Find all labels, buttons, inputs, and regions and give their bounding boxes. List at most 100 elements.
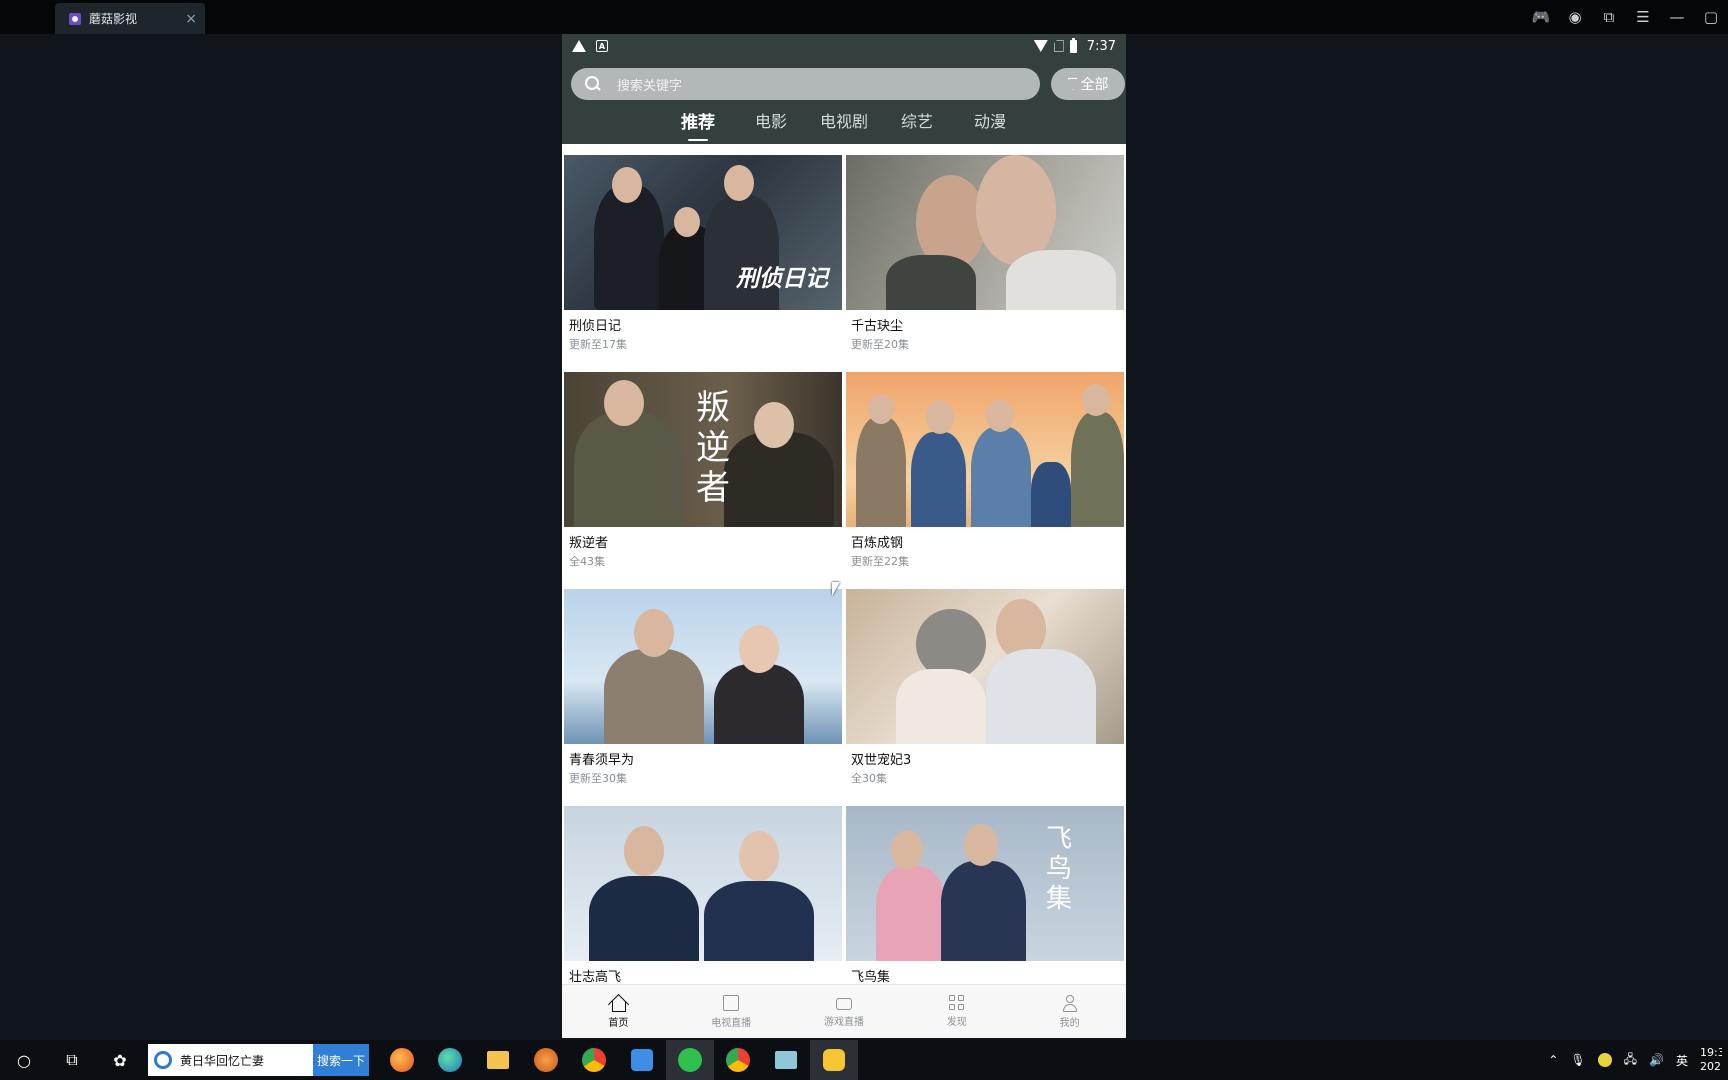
video-card[interactable]: 刑侦日记 刑侦日记 更新至17集 (564, 155, 842, 372)
clock-time: 19:37 (1700, 1046, 1722, 1059)
tray-app-icon[interactable] (1597, 1053, 1612, 1067)
gamepad-icon[interactable]: 🎮 (1524, 0, 1558, 34)
nav-discover-label: 发现 (946, 1017, 967, 1028)
filter-label: 全部 (1080, 77, 1109, 93)
card-title: 百炼成钢 (851, 536, 904, 551)
menu-icon[interactable]: ☰ (1626, 0, 1660, 34)
notebook-app-icon[interactable] (762, 1040, 810, 1080)
card-title: 叛逆者 (569, 536, 609, 551)
video-camera-icon (835, 997, 852, 1010)
tray-overflow-icon[interactable]: ⌃ (1548, 1053, 1558, 1067)
user-icon (1062, 994, 1078, 1012)
nav-tv-live[interactable]: 电视直播 (675, 985, 788, 1038)
poster-image (846, 155, 1124, 310)
poster-image (846, 589, 1124, 744)
card-subtitle: 全30集 (851, 772, 887, 785)
nav-tv-live-label: 电视直播 (711, 1017, 752, 1029)
poster-image (564, 806, 842, 961)
bottom-nav: 首页 电视直播 游戏直播 发现 我的 (562, 984, 1126, 1038)
poster-image: 飞鸟集 (846, 806, 1124, 961)
chrome-2-icon[interactable] (714, 1040, 762, 1080)
apps-grid-icon (949, 995, 965, 1010)
photo-app-icon[interactable] (522, 1040, 570, 1080)
status-bar: A 7:37 (562, 34, 1126, 58)
tab-movie[interactable]: 电影 (735, 108, 808, 132)
system-tray: ⌃ 🎙 🖧 🔊 英 19:37 2021 (1548, 1040, 1728, 1080)
app-favicon-icon (69, 12, 81, 25)
card-title: 千古玦尘 (851, 319, 904, 334)
edge-icon[interactable] (426, 1040, 474, 1080)
clock-date: 2021 (1700, 1060, 1722, 1073)
firefox-icon[interactable] (378, 1040, 426, 1080)
ie-icon (154, 1051, 172, 1069)
video-card[interactable]: 百炼成钢 更新至22集 (846, 372, 1124, 589)
search-icon (585, 76, 601, 92)
file-explorer-icon[interactable] (474, 1040, 522, 1080)
filter-button[interactable]: 全部 (1051, 68, 1125, 100)
mouse-cursor-icon (832, 582, 840, 596)
tab-recommend[interactable]: 推荐 (662, 108, 735, 141)
card-subtitle: 全43集 (569, 555, 605, 568)
no-sim-icon (1053, 40, 1064, 52)
tab-variety[interactable]: 综艺 (881, 108, 954, 132)
minimize-icon[interactable]: — (1660, 0, 1694, 34)
input-language[interactable]: 英 (1676, 1052, 1688, 1069)
microphone-icon[interactable]: 🎙 (1570, 1053, 1585, 1067)
paper-plane-app-icon[interactable] (618, 1040, 666, 1080)
account-icon[interactable]: ◉ (1558, 0, 1592, 34)
nav-home-label: 首页 (608, 1017, 629, 1029)
warning-icon (572, 40, 586, 52)
start-circle-icon[interactable]: ○ (0, 1040, 48, 1080)
poster-image: 叛逆者 (564, 372, 842, 527)
tab-tv-series[interactable]: 电视剧 (808, 108, 881, 132)
search-input[interactable]: 搜索关键字 (571, 68, 1040, 100)
taskbar-search-box[interactable]: 黄日华回忆亡妻 搜索一下 (148, 1044, 369, 1076)
video-card[interactable]: 双世宠妃3 全30集 (846, 589, 1124, 806)
maximize-icon[interactable]: ▢ (1694, 0, 1728, 34)
nav-profile-label: 我的 (1059, 1017, 1080, 1029)
emulator-title-bar: 蘑菇影视 × 🎮 ◉ ⧉ ☰ — ▢ (0, 0, 1728, 34)
poster-overlay-text: 叛逆者 (696, 388, 730, 508)
volume-icon[interactable]: 🔊 (1649, 1053, 1664, 1067)
video-card[interactable]: 叛逆者 叛逆者 全43集 (564, 372, 842, 589)
nav-profile[interactable]: 我的 (1013, 985, 1126, 1038)
search-placeholder: 搜索关键字 (617, 78, 683, 94)
app-pinwheel-icon[interactable]: ✿ (96, 1040, 144, 1080)
wechat-icon[interactable] (666, 1040, 714, 1080)
taskbar-search-button[interactable]: 搜索一下 (313, 1044, 369, 1076)
wifi-icon (1033, 40, 1048, 52)
emulator-app-icon[interactable] (810, 1040, 858, 1080)
video-card[interactable]: 青春须早为 更新至30集 (564, 589, 842, 806)
emulator-tab-title: 蘑菇影视 (89, 12, 138, 26)
video-grid: 刑侦日记 刑侦日记 更新至17集 千古玦尘 更新至20集 叛逆者 叛逆者 全43… (564, 155, 1126, 1023)
nav-home[interactable]: 首页 (562, 985, 675, 1038)
emulator-tab[interactable]: 蘑菇影视 × (55, 3, 205, 34)
filter-icon (1067, 78, 1078, 90)
poster-image (846, 372, 1124, 527)
network-icon[interactable]: 🖧 (1624, 1050, 1637, 1071)
nav-game-live-label: 游戏直播 (823, 1016, 864, 1028)
task-view-icon[interactable]: ⧉ (48, 1040, 96, 1080)
chrome-icon[interactable] (570, 1040, 618, 1080)
video-card[interactable]: 千古玦尘 更新至20集 (846, 155, 1124, 372)
poster-image (564, 589, 842, 744)
tab-close-icon[interactable]: × (185, 11, 197, 27)
card-subtitle: 更新至17集 (569, 338, 627, 351)
card-title: 刑侦日记 (569, 319, 622, 334)
card-title: 青春须早为 (569, 753, 635, 768)
taskbar-clock[interactable]: 19:37 2021 (1700, 1046, 1722, 1074)
nav-discover[interactable]: 发现 (900, 985, 1013, 1038)
phone-screen: A 7:37 搜索关键字 全部 推荐 电影 电视剧 综艺 动漫 刑侦日记 刑侦日… (562, 34, 1126, 1038)
poster-overlay-text: 飞鸟集 (1046, 824, 1073, 914)
status-time: 7:37 (1086, 38, 1116, 54)
nav-game-live[interactable]: 游戏直播 (788, 985, 901, 1038)
poster-image: 刑侦日记 (564, 155, 842, 310)
notification-a-icon: A (596, 40, 608, 52)
screenshot-icon[interactable]: ⧉ (1592, 0, 1626, 34)
app-header: A 7:37 搜索关键字 全部 推荐 电影 电视剧 综艺 动漫 (562, 34, 1126, 144)
card-title: 双世宠妃3 (851, 753, 912, 768)
tv-icon (723, 994, 740, 1011)
home-icon (609, 995, 627, 1012)
card-subtitle: 更新至30集 (569, 772, 627, 785)
tab-anime[interactable]: 动漫 (954, 108, 1027, 132)
